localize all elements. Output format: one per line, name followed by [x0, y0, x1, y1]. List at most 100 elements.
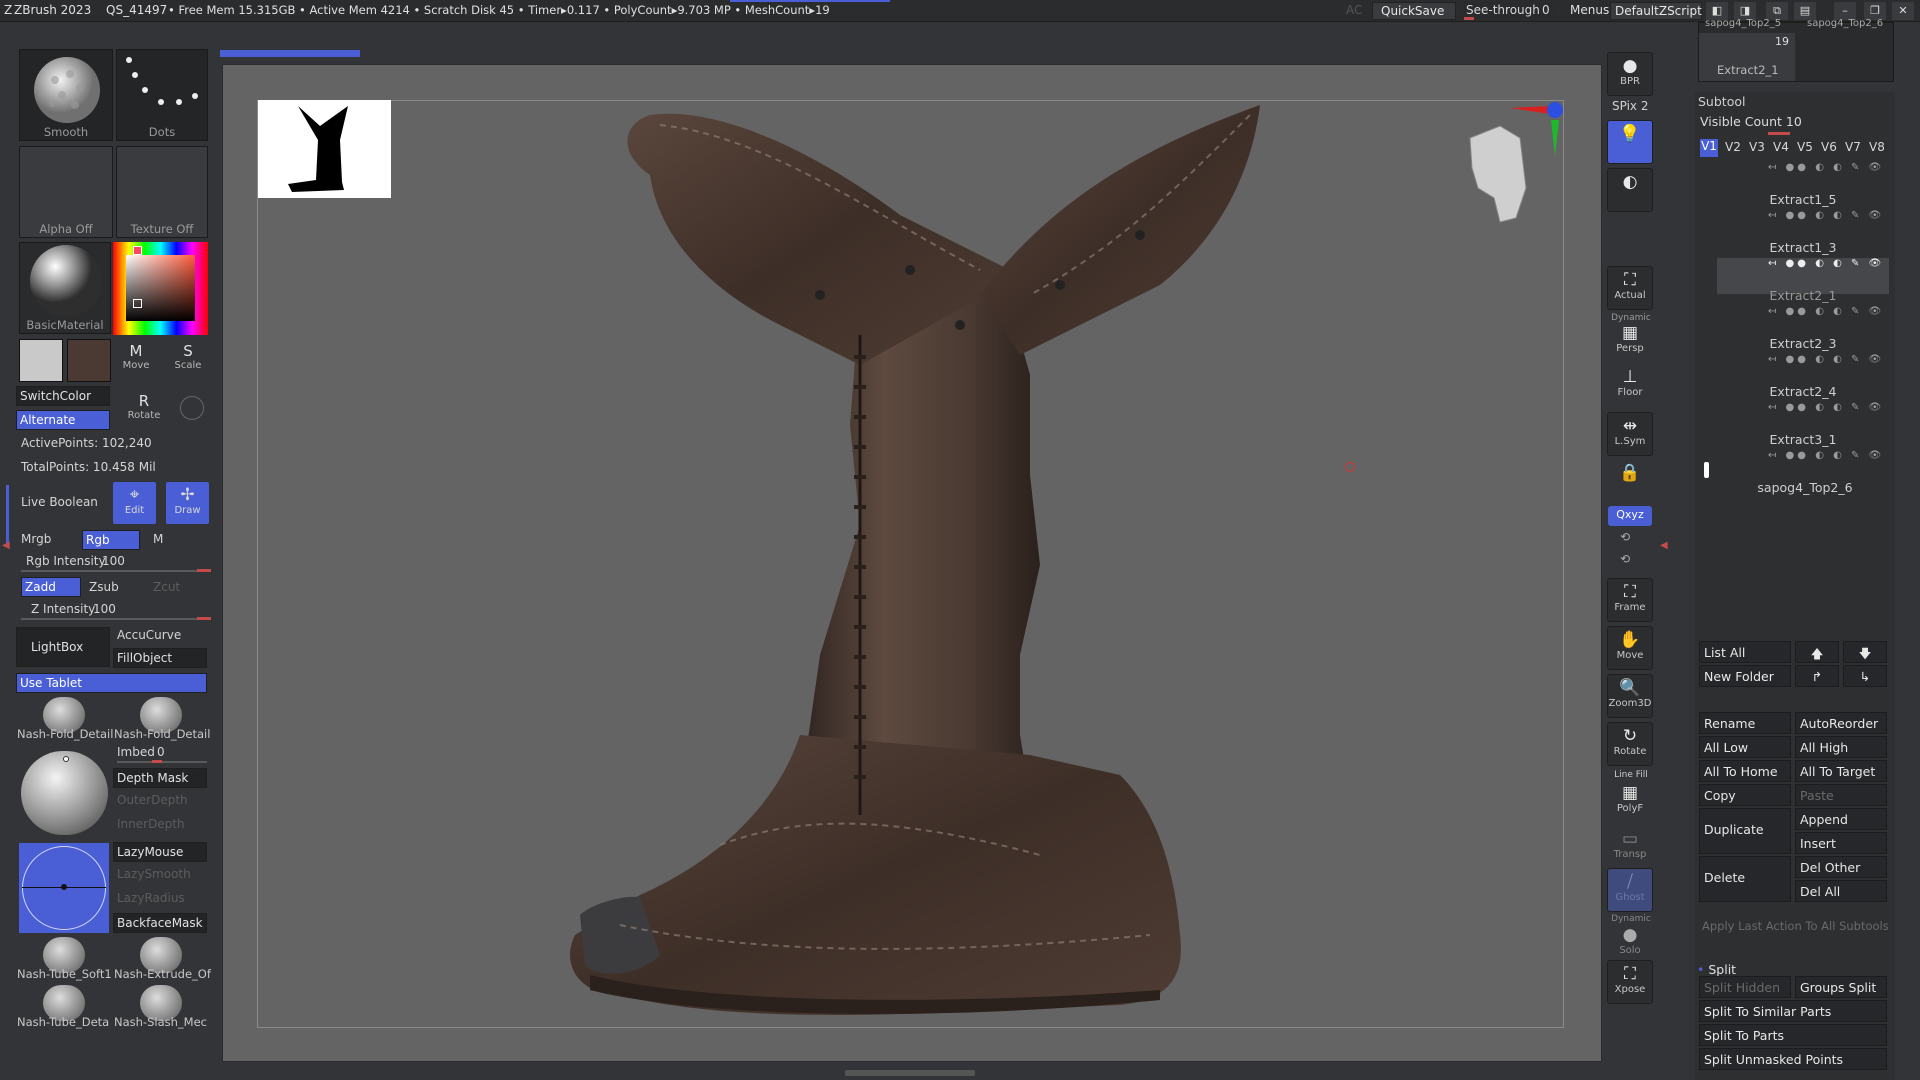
live-boolean-button[interactable]: Live Boolean: [21, 495, 98, 509]
version-tab-v8[interactable]: V8: [1869, 140, 1885, 154]
version-tab-v2[interactable]: V2: [1725, 140, 1741, 154]
rgb-button[interactable]: Rgb: [82, 530, 140, 550]
split-section-header[interactable]: • Split: [1697, 962, 1736, 977]
del-all-button[interactable]: Del All: [1795, 880, 1887, 902]
gyro-icon[interactable]: [180, 396, 204, 420]
right-shelf-collapse-icon[interactable]: ◀: [1660, 540, 1668, 551]
draw-button[interactable]: ✢ Draw: [166, 482, 209, 524]
spix-slider[interactable]: SPix 2: [1612, 99, 1649, 113]
close-icon[interactable]: ✕: [1892, 2, 1914, 20]
subtool-controls[interactable]: ↤ ●● ◐ ◐ ✎ 👁: [1768, 450, 1890, 462]
secondary-color-swatch[interactable]: [67, 339, 111, 382]
groups-split-button[interactable]: Groups Split: [1795, 976, 1887, 998]
move-out-folder-icon[interactable]: ↳: [1843, 665, 1887, 687]
zcut-button[interactable]: Zcut: [153, 580, 180, 594]
y-rotate-icon[interactable]: ⟲: [1620, 530, 1630, 544]
scale-mode-button[interactable]: S Scale: [166, 340, 210, 384]
split-unmasked-button[interactable]: Split Unmasked Points: [1699, 1048, 1887, 1070]
xpose-button[interactable]: ⛶ Xpose: [1607, 960, 1653, 1004]
all-high-button[interactable]: All High: [1795, 736, 1887, 758]
bpr-button[interactable]: ● BPR: [1607, 52, 1653, 96]
z-rotate-icon[interactable]: ⟲: [1620, 552, 1630, 566]
new-folder-button[interactable]: New Folder: [1699, 665, 1791, 687]
apply-last-action-button[interactable]: Apply Last Action To All Subtools: [1702, 919, 1889, 933]
mrgb-button[interactable]: Mrgb: [21, 532, 51, 546]
subtool-thumbnail-strip[interactable]: sapog4_Top2_5 sapog4_Top2_6 19 Extract2_…: [1698, 18, 1894, 82]
split-hidden-button[interactable]: Split Hidden: [1699, 976, 1791, 998]
lazysmooth-slider[interactable]: LazySmooth: [117, 867, 191, 881]
lsym-button[interactable]: ⇹ L.Sym: [1607, 412, 1653, 456]
subtool-scrollbar[interactable]: [1704, 462, 1709, 478]
light-bulb-button[interactable]: 💡: [1607, 120, 1653, 164]
delete-button[interactable]: Delete: [1699, 856, 1791, 902]
version-tab-v6[interactable]: V6: [1821, 140, 1837, 154]
copy-button[interactable]: Copy: [1699, 784, 1791, 806]
all-to-target-button[interactable]: All To Target: [1795, 760, 1887, 782]
move-mode-button[interactable]: M Move: [114, 340, 158, 384]
use-tablet-button[interactable]: Use Tablet: [16, 673, 207, 693]
all-to-home-button[interactable]: All To Home: [1699, 760, 1791, 782]
lazymouse-preview[interactable]: [19, 843, 109, 933]
fillobject-button[interactable]: FillObject: [113, 648, 207, 668]
texture-selector[interactable]: Texture Off: [116, 146, 208, 238]
move-up-icon[interactable]: 🡅: [1795, 641, 1839, 663]
backfacemask-button[interactable]: BackfaceMask: [113, 913, 207, 933]
polyf-button[interactable]: ▦ PolyF: [1607, 780, 1653, 824]
version-tab-v5[interactable]: V5: [1797, 140, 1813, 154]
subtool-item[interactable]: Extract2_3: [1753, 336, 1853, 351]
boot-model[interactable]: [560, 95, 1320, 1025]
stroke-selector[interactable]: Dots: [116, 49, 208, 141]
inner-depth-slider[interactable]: InnerDepth: [117, 817, 185, 831]
subtool-controls[interactable]: ↤ ●● ◐ ◐ ✎ 👁: [1768, 402, 1890, 414]
visible-count-slider[interactable]: Visible Count 10: [1700, 114, 1802, 129]
rotate-mode-button[interactable]: R Rotate: [122, 390, 166, 434]
color-square[interactable]: [126, 255, 195, 321]
default-zscript-button[interactable]: DefaultZScript: [1610, 2, 1702, 20]
rename-button[interactable]: Rename: [1699, 712, 1791, 734]
left-shelf-collapse-icon[interactable]: ◀: [2, 540, 10, 564]
alpha-selector[interactable]: Alpha Off: [19, 146, 113, 238]
split-to-parts-button[interactable]: Split To Parts: [1699, 1024, 1887, 1046]
bottom-shelf-handle[interactable]: [845, 1070, 975, 1076]
floor-button[interactable]: ⊥ Floor: [1607, 364, 1653, 408]
duplicate-button[interactable]: Duplicate: [1699, 808, 1791, 854]
accucurve-button[interactable]: AccuCurve: [117, 628, 181, 642]
move-view-button[interactable]: ✋ Move: [1607, 626, 1653, 670]
append-button[interactable]: Append: [1795, 808, 1887, 830]
actual-button[interactable]: ⛶ Actual: [1607, 266, 1653, 310]
insert-button[interactable]: Insert: [1795, 832, 1887, 854]
zadd-button[interactable]: Zadd: [21, 577, 81, 597]
color-picker[interactable]: [113, 242, 208, 335]
edit-button[interactable]: ⌖ Edit: [113, 482, 156, 524]
frame-button[interactable]: ⛶ Frame: [1607, 578, 1653, 622]
subtool-item[interactable]: Extract2_4: [1753, 384, 1853, 399]
subtool-controls[interactable]: ↤ ●● ◐ ◐ ✎ 👁: [1768, 258, 1890, 270]
draw-size-sphere[interactable]: [21, 751, 108, 835]
subtool-item[interactable]: Extract1_3: [1753, 240, 1853, 255]
subtool-controls[interactable]: ↤ ●● ◐ ◐ ✎ 👁: [1768, 162, 1890, 174]
lock-button[interactable]: 🔒: [1607, 460, 1653, 494]
paste-button[interactable]: Paste: [1795, 784, 1887, 806]
alternate-button[interactable]: Alternate: [16, 410, 110, 430]
lazyradius-slider[interactable]: LazyRadius: [117, 891, 185, 905]
lazymouse-button[interactable]: LazyMouse: [113, 842, 207, 862]
subtool-controls[interactable]: ↤ ●● ◐ ◐ ✎ 👁: [1768, 306, 1890, 318]
see-through-slider[interactable]: See-through 0: [1462, 2, 1554, 20]
move-down-icon[interactable]: 🡇: [1843, 641, 1887, 663]
navigator-thumbnail[interactable]: [258, 100, 391, 198]
all-low-button[interactable]: All Low: [1699, 736, 1791, 758]
canvas-scrollbar[interactable]: [220, 50, 360, 57]
outer-depth-slider[interactable]: OuterDepth: [117, 793, 188, 807]
autoreorder-button[interactable]: AutoReorder: [1795, 712, 1887, 734]
persp-button[interactable]: ▦ Persp: [1607, 320, 1653, 364]
version-tab-v7[interactable]: V7: [1845, 140, 1861, 154]
move-into-folder-icon[interactable]: ↱: [1795, 665, 1839, 687]
subtool-title[interactable]: Subtool: [1698, 94, 1745, 109]
orientation-gizmo[interactable]: [1460, 98, 1570, 228]
switch-color-button[interactable]: SwitchColor: [16, 386, 110, 406]
zoom3d-button[interactable]: 🔍 Zoom3D: [1607, 674, 1653, 718]
lightbox-button[interactable]: LightBox: [16, 627, 110, 667]
subtool-controls[interactable]: ↤ ●● ◐ ◐ ✎ 👁: [1768, 210, 1890, 222]
subtool-item[interactable]: Extract3_1: [1753, 432, 1853, 447]
subtool-item[interactable]: Extract2_1: [1753, 288, 1853, 303]
